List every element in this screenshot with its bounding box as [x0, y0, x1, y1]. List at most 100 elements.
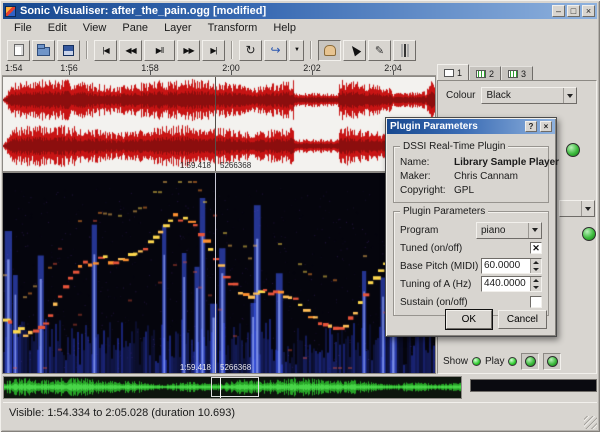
menu-item-layer[interactable]: Layer — [156, 21, 200, 35]
program-select[interactable]: piano — [476, 222, 542, 239]
tab-pane-3[interactable]: 3 — [501, 66, 533, 81]
tab-label: 2 — [489, 69, 494, 79]
chevron-down-icon — [563, 88, 576, 103]
window-titlebar[interactable]: Sonic Visualiser: after_the_pain.ogg [mo… — [3, 3, 597, 19]
play-pause-button[interactable]: ▶‖ — [144, 40, 175, 61]
pencil-icon: ✎ — [375, 44, 384, 57]
cursor-frame-label: 5266368 — [220, 363, 251, 372]
navigate-tool-button[interactable] — [318, 40, 341, 61]
tab-pane-1[interactable]: 1 — [437, 64, 469, 81]
save-icon — [63, 45, 74, 56]
overview-panner[interactable] — [3, 376, 462, 399]
spectrogram-display[interactable] — [3, 173, 435, 373]
program-value: piano — [477, 225, 528, 236]
group-title: Plugin Parameters — [400, 206, 488, 217]
waveform-display[interactable] — [3, 77, 435, 171]
minimize-button[interactable]: – — [552, 5, 565, 17]
play-selection-button[interactable]: ↪ — [264, 40, 287, 61]
menu-item-transform[interactable]: Transform — [200, 21, 266, 35]
menu-item-help[interactable]: Help — [265, 21, 304, 35]
pointer-icon — [348, 44, 360, 57]
new-session-button[interactable] — [7, 40, 30, 61]
colour-rotation-knob[interactable] — [582, 227, 596, 241]
cancel-button[interactable]: Cancel — [498, 310, 547, 329]
menu-item-file[interactable]: File — [6, 21, 40, 35]
rewind-button[interactable]: ◀◀ — [119, 40, 142, 61]
menu-item-view[interactable]: View — [75, 21, 115, 35]
playback-options-dropdown[interactable]: ▼ — [289, 40, 304, 61]
close-button[interactable]: × — [582, 5, 595, 17]
copyright-value: GPL — [454, 184, 542, 198]
maker-value: Chris Cannam — [454, 170, 542, 184]
dropdown-arrow-icon: ▼ — [294, 47, 299, 53]
app-icon — [5, 6, 16, 17]
ok-button[interactable]: OK — [446, 310, 492, 329]
pane-gain-knob[interactable] — [521, 353, 539, 370]
dialog-help-button[interactable]: ? — [525, 121, 537, 132]
menu-item-pane[interactable]: Pane — [114, 21, 156, 35]
dialog-close-button[interactable]: × — [540, 121, 552, 132]
pane-pan-knob[interactable] — [543, 353, 561, 370]
measure-icon — [404, 44, 406, 57]
base-pitch-spinbox[interactable]: 60.0000 — [481, 258, 542, 274]
play-pause-icon: ▶‖ — [156, 46, 163, 55]
tuning-label: Tuning of A (Hz) — [400, 279, 471, 290]
plugin-parameters-dialog: Plugin Parameters ? × DSSI Real-Time Plu… — [385, 117, 557, 337]
maximize-button[interactable]: □ — [567, 5, 580, 17]
time-ruler[interactable]: 1:54 1:56 1:58 2:00 2:02 2:04 — [2, 63, 436, 76]
menu-item-edit[interactable]: Edit — [40, 21, 75, 35]
ruler-tick — [69, 71, 70, 75]
dialog-titlebar[interactable]: Plugin Parameters ? × — [387, 119, 555, 134]
tuned-label: Tuned (on/off) — [400, 243, 462, 254]
tab-pane-2[interactable]: 2 — [469, 66, 501, 81]
open-session-button[interactable] — [32, 40, 55, 61]
tuning-spinbox[interactable]: 440.0000 — [481, 276, 542, 292]
base-pitch-label: Base Pitch (MIDI) — [400, 261, 478, 272]
cursor-frame-label: 5266368 — [220, 161, 251, 170]
spin-up-icon[interactable] — [531, 277, 541, 284]
tuned-checkbox[interactable]: ✕ — [530, 242, 542, 254]
save-session-button[interactable] — [57, 40, 80, 61]
colour-label: Colour — [446, 90, 475, 101]
visible-range-text: Visible: 1:54.334 to 2:05.028 (duration … — [9, 407, 235, 419]
sustain-checkbox[interactable] — [530, 296, 542, 308]
statusbar: Visible: 1:54.334 to 2:05.028 (duration … — [3, 402, 597, 426]
edit-tool-button[interactable]: ✎ — [368, 40, 391, 61]
spin-up-icon[interactable] — [531, 259, 541, 266]
pane-icon — [444, 69, 454, 77]
gain-knob[interactable] — [566, 143, 580, 157]
cursor-time-label: 1:59.418 — [151, 161, 211, 170]
plugin-parameters-group: Plugin Parameters Program piano Tuned (o… — [393, 211, 549, 316]
resize-grip[interactable] — [584, 416, 597, 429]
fast-forward-button[interactable]: ▶▶ — [177, 40, 200, 61]
fast-forward-to-end-button[interactable]: ▶| — [202, 40, 225, 61]
fast-forward-icon: ▶▶ — [183, 46, 193, 55]
copyright-label: Copyright: — [400, 184, 454, 198]
play-selection-icon: ↪ — [270, 43, 280, 57]
waveform-pane[interactable]: 1:59.418 5266368 — [2, 76, 436, 172]
visible-region-rect[interactable] — [211, 377, 259, 397]
spin-down-icon[interactable] — [531, 284, 541, 291]
select-tool-button[interactable] — [343, 40, 366, 61]
cursor-time-label: 1:59.418 — [151, 363, 211, 372]
menubar: File Edit View Pane Layer Transform Help — [3, 19, 597, 37]
colour-select[interactable]: Black — [481, 87, 577, 104]
new-file-icon — [14, 44, 24, 56]
playback-cursor — [215, 173, 216, 373]
measure-tool-button[interactable] — [393, 40, 416, 61]
ruler-tick — [150, 71, 151, 75]
ruler-tick — [231, 71, 232, 75]
sustain-label: Sustain (on/off) — [400, 297, 468, 308]
plugin-info-group: DSSI Real-Time Plugin Name: Library Samp… — [393, 146, 549, 203]
rewind-to-start-icon: |◀ — [102, 46, 108, 55]
scale-select[interactable] — [559, 200, 595, 217]
rewind-to-start-button[interactable]: |◀ — [94, 40, 117, 61]
spectrogram-pane[interactable]: 1:59.418 5266368 — [2, 172, 436, 374]
open-folder-icon — [37, 47, 50, 56]
spin-down-icon[interactable] — [531, 266, 541, 273]
window-title: Sonic Visualiser: after_the_pain.ogg [mo… — [20, 5, 548, 17]
play-loop-button[interactable]: ↻ — [239, 40, 262, 61]
pane-tabs: 1 2 3 — [437, 63, 533, 81]
show-led-toggle[interactable] — [472, 357, 481, 366]
play-led-toggle[interactable] — [508, 357, 517, 366]
